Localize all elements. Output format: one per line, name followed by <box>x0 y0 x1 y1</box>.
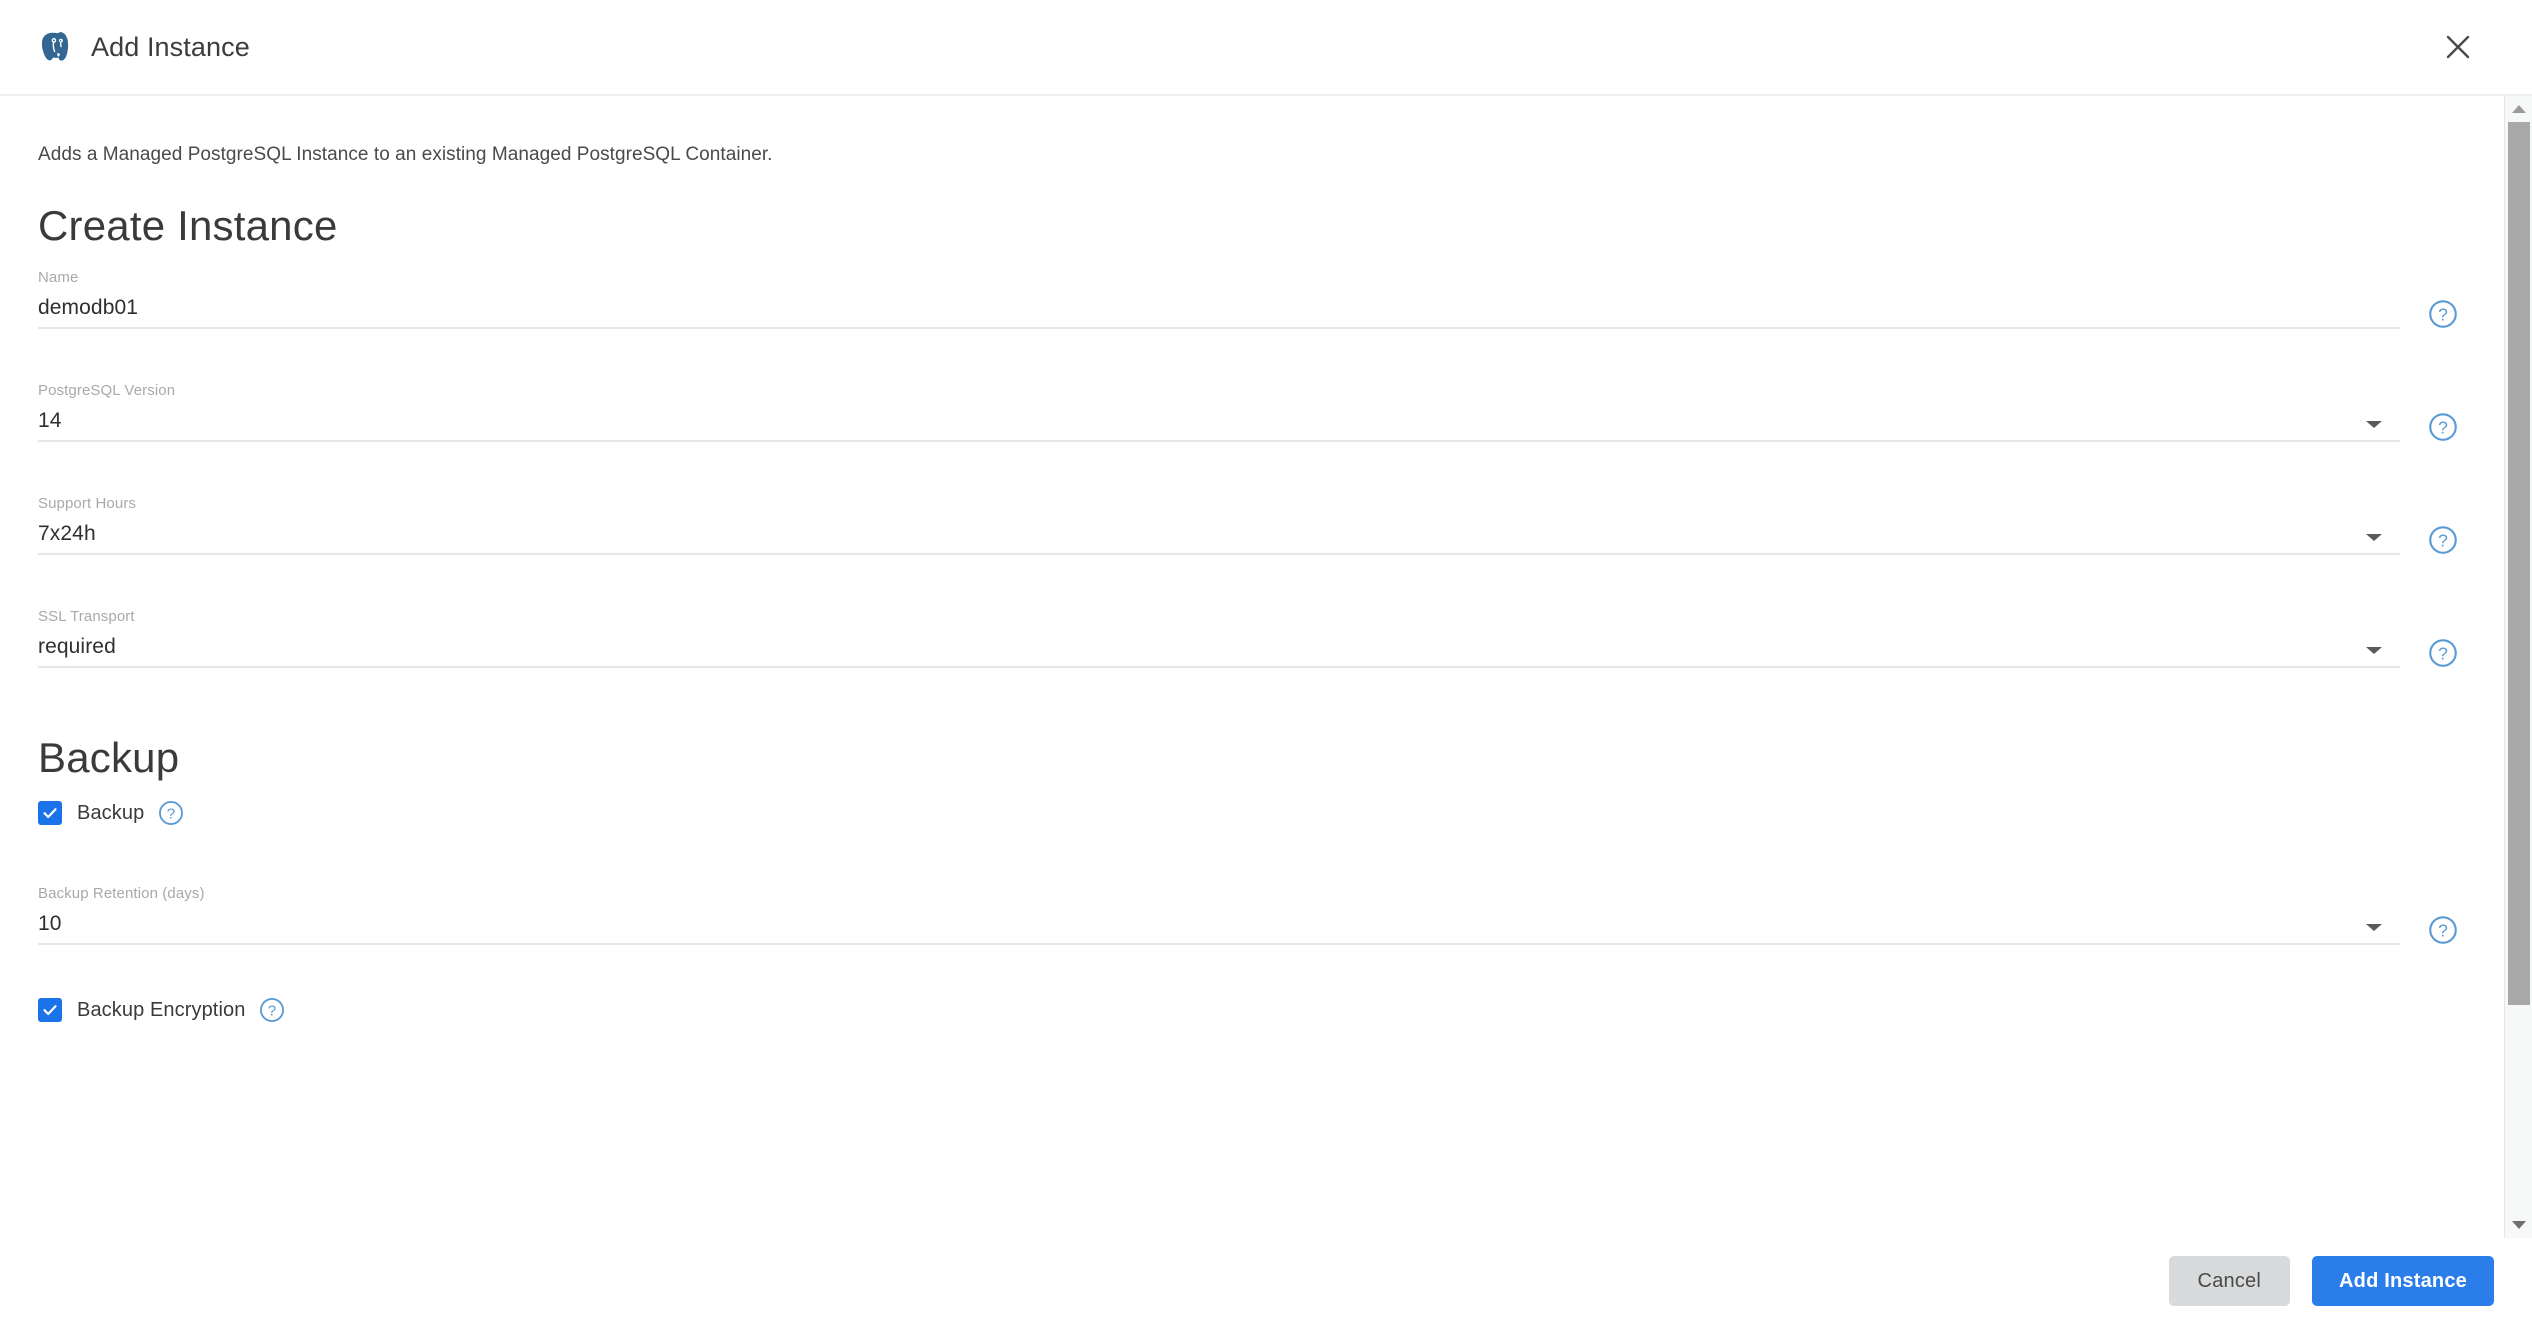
backup-retention-label: Backup Retention (days) <box>38 885 205 902</box>
form-content: Adds a Managed PostgreSQL Instance to an… <box>0 96 2504 1238</box>
page-title: Add Instance <box>91 31 250 62</box>
name-value: demodb01 <box>38 296 139 319</box>
backup-encryption-checkbox[interactable] <box>38 998 62 1022</box>
form-field-name: Name demodb01 ? <box>38 268 2458 329</box>
add-instance-button[interactable]: Add Instance <box>2312 1256 2494 1306</box>
postgresql-elephant-icon <box>41 31 69 61</box>
svg-text:?: ? <box>268 1002 276 1019</box>
help-circle-icon[interactable]: ? <box>2428 638 2458 668</box>
backup-checkbox[interactable] <box>38 801 62 825</box>
chevron-down-icon[interactable] <box>2366 924 2382 931</box>
form-field-postgresql-version: PostgreSQL Version 14 ? <box>38 381 2458 442</box>
dialog-footer: Cancel Add Instance <box>0 1238 2532 1324</box>
dialog-description: Adds a Managed PostgreSQL Instance to an… <box>38 144 773 165</box>
check-icon <box>43 808 57 819</box>
help-circle-icon[interactable]: ? <box>158 800 184 826</box>
svg-text:?: ? <box>2438 417 2448 437</box>
svg-text:?: ? <box>2438 643 2448 663</box>
svg-text:?: ? <box>167 805 175 822</box>
svg-text:?: ? <box>2438 530 2448 550</box>
ssl-transport-value: required <box>38 635 116 658</box>
chevron-down-icon[interactable] <box>2366 534 2382 541</box>
postgresql-version-value: 14 <box>38 409 62 432</box>
backup-retention-value: 10 <box>38 912 62 935</box>
name-input[interactable]: Name demodb01 <box>38 268 2400 329</box>
ssl-transport-select[interactable]: SSL Transport required <box>38 607 2400 668</box>
close-icon[interactable] <box>2430 19 2486 75</box>
chevron-down-icon[interactable] <box>2366 421 2382 428</box>
postgresql-version-select[interactable]: PostgreSQL Version 14 <box>38 381 2400 442</box>
help-circle-icon[interactable]: ? <box>2428 915 2458 945</box>
scrollbar-thumb[interactable] <box>2507 122 2530 1005</box>
svg-text:?: ? <box>2438 920 2448 940</box>
dialog-body: Adds a Managed PostgreSQL Instance to an… <box>0 96 2532 1238</box>
support-hours-label: Support Hours <box>38 495 137 512</box>
backup-encryption-checkbox-label: Backup Encryption <box>77 998 246 1021</box>
scrollbar-track[interactable] <box>2505 122 2532 1212</box>
svg-text:?: ? <box>2438 304 2448 324</box>
add-instance-dialog: Add Instance Adds a Managed PostgreSQL I… <box>0 0 2532 1324</box>
dialog-header: Add Instance <box>0 0 2532 96</box>
cancel-button[interactable]: Cancel <box>2168 1256 2291 1306</box>
help-circle-icon[interactable]: ? <box>259 997 285 1023</box>
form-field-support-hours: Support Hours 7x24h ? <box>38 494 2458 555</box>
backup-checkbox-row: Backup ? <box>38 800 2504 826</box>
name-label: Name <box>38 269 79 286</box>
support-hours-value: 7x24h <box>38 522 96 545</box>
help-circle-icon[interactable]: ? <box>2428 299 2458 329</box>
form-field-ssl-transport: SSL Transport required ? <box>38 607 2458 668</box>
scroll-down-arrow-icon[interactable] <box>2505 1212 2532 1238</box>
backup-checkbox-label: Backup <box>77 801 145 824</box>
backup-encryption-checkbox-row: Backup Encryption ? <box>38 997 2504 1023</box>
vertical-scrollbar[interactable] <box>2504 96 2532 1238</box>
chevron-down-icon[interactable] <box>2366 647 2382 654</box>
help-circle-icon[interactable]: ? <box>2428 412 2458 442</box>
section-heading-backup: Backup <box>38 734 180 781</box>
form-field-backup-retention: Backup Retention (days) 10 ? <box>38 884 2458 945</box>
scroll-up-arrow-icon[interactable] <box>2505 96 2532 122</box>
support-hours-select[interactable]: Support Hours 7x24h <box>38 494 2400 555</box>
section-heading-create-instance: Create Instance <box>38 202 338 249</box>
postgresql-version-label: PostgreSQL Version <box>38 382 176 399</box>
help-circle-icon[interactable]: ? <box>2428 525 2458 555</box>
ssl-transport-label: SSL Transport <box>38 608 135 625</box>
check-icon <box>43 1005 57 1016</box>
backup-retention-select[interactable]: Backup Retention (days) 10 <box>38 884 2400 945</box>
